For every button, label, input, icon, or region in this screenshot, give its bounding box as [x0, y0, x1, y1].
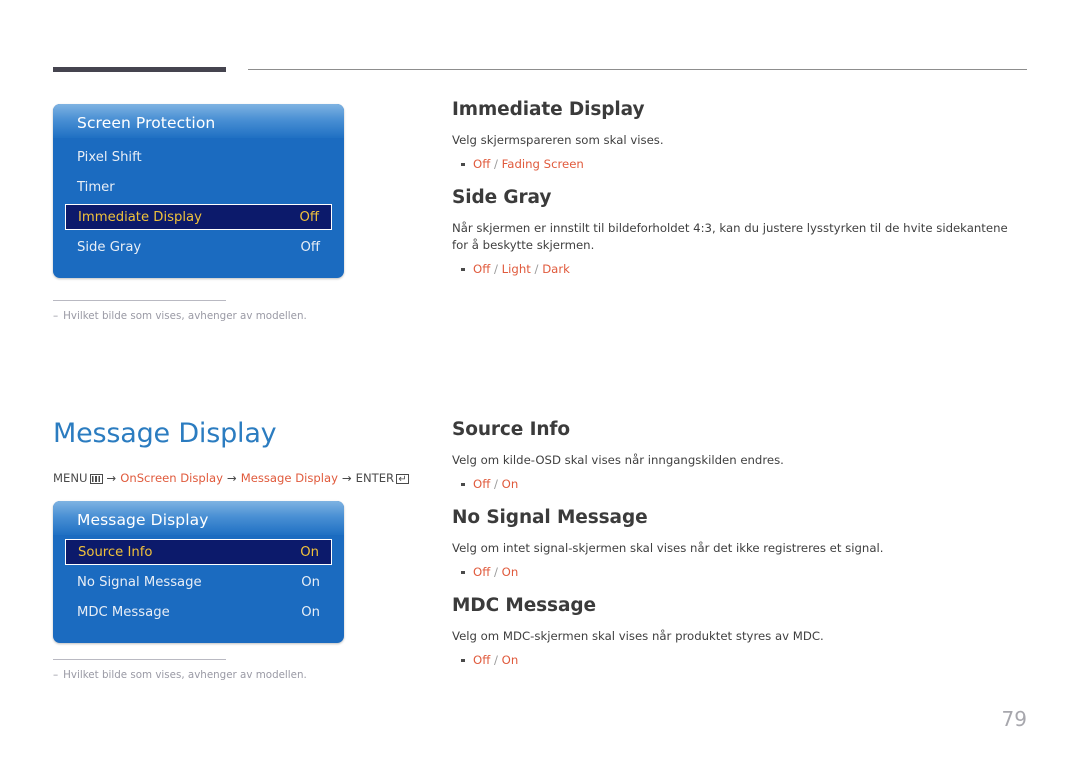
section-options: Off / On: [452, 564, 1027, 582]
osd-row-label: MDC Message: [77, 604, 170, 620]
osd-row-label: Source Info: [78, 544, 153, 560]
option-value: On: [501, 564, 519, 579]
note-divider: [53, 659, 226, 660]
option-value: Light: [501, 261, 531, 276]
option-value: Fading Screen: [501, 156, 584, 171]
note-text: Hvilket bilde som vises, avhenger av mod…: [63, 310, 307, 322]
breadcrumb-menu-label: MENU: [53, 471, 88, 485]
osd-row-immediate-display[interactable]: Immediate Display Off: [65, 204, 332, 230]
osd-panel-screen-protection: Screen Protection Pixel Shift Timer Imme…: [53, 104, 344, 278]
section-paragraph: Velg skjermspareren som skal vises.: [452, 133, 664, 147]
osd-row-label: Timer: [77, 179, 115, 195]
osd-row-pixel-shift[interactable]: Pixel Shift: [65, 142, 332, 172]
breadcrumb-arrow: →: [106, 471, 117, 485]
breadcrumb-enter-label: ENTER: [355, 471, 395, 485]
page-number: 79: [1001, 707, 1027, 731]
osd-row-no-signal-message[interactable]: No Signal Message On: [65, 567, 332, 597]
note-dash: –: [53, 669, 59, 681]
breadcrumb-item-onscreen-display[interactable]: OnScreen Display: [120, 471, 223, 485]
header-rule-line: [248, 69, 1027, 70]
osd-panel-title: Screen Protection: [77, 114, 216, 132]
option-value: Dark: [542, 261, 570, 276]
option-line: Off / On: [452, 476, 1027, 494]
osd-row-value: Off: [299, 209, 319, 225]
option-value: Off: [473, 261, 491, 276]
osd-row-value: Off: [300, 239, 320, 255]
note-text: Hvilket bilde som vises, avhenger av mod…: [63, 669, 307, 681]
breadcrumb: MENU → OnScreen Display → Message Displa…: [53, 471, 410, 485]
section-heading: MDC Message: [452, 595, 596, 616]
option-value: On: [501, 652, 519, 667]
section-paragraph: Velg om intet signal-skjermen skal vises…: [452, 541, 884, 555]
note-block-message-display: – Hvilket bilde som vises, avhenger av mo…: [53, 659, 453, 681]
osd-row-list: Source Info On No Signal Message On MDC …: [53, 539, 344, 643]
osd-panel-title: Message Display: [77, 511, 209, 529]
option-line: Off / Fading Screen: [452, 156, 1027, 174]
menu-bars-icon: [89, 474, 103, 484]
osd-row-label: Pixel Shift: [77, 149, 142, 165]
section-heading: Side Gray: [452, 187, 552, 208]
section-heading: Immediate Display: [452, 99, 645, 120]
osd-row-label: No Signal Message: [77, 574, 202, 590]
osd-row-label: Side Gray: [77, 239, 142, 255]
section-options: Off / On: [452, 652, 1027, 670]
breadcrumb-arrow: →: [341, 471, 352, 485]
enter-return-icon: [396, 474, 410, 484]
section-immediate-display: Immediate Display Velg skjermspareren so…: [452, 99, 1027, 174]
option-line: Off / Light / Dark: [452, 261, 1027, 279]
note-dash: –: [53, 310, 59, 322]
section-no-signal-message: No Signal Message Velg om intet signal-s…: [452, 507, 1027, 582]
breadcrumb-arrow: →: [226, 471, 237, 485]
section-options: Off / Fading Screen: [452, 156, 1027, 174]
option-value: Off: [473, 156, 491, 171]
breadcrumb-item-message-display[interactable]: Message Display: [241, 471, 338, 485]
osd-row-mdc-message[interactable]: MDC Message On: [65, 597, 332, 627]
osd-row-source-info[interactable]: Source Info On: [65, 539, 332, 565]
header-rule-accent: [53, 67, 226, 72]
note-line: – Hvilket bilde som vises, avhenger av mo…: [53, 669, 453, 681]
osd-row-value: On: [301, 574, 320, 590]
osd-row-value: On: [300, 544, 319, 560]
note-block-screen-protection: – Hvilket bilde som vises, avhenger av mo…: [53, 300, 453, 322]
section-side-gray: Side Gray Når skjermen er innstilt til b…: [452, 187, 1027, 278]
section-paragraph: Når skjermen er innstilt til bildeforhol…: [452, 221, 1008, 252]
option-value: On: [501, 476, 519, 491]
page-title: Message Display: [53, 418, 277, 449]
option-line: Off / On: [452, 652, 1027, 670]
osd-row-label: Immediate Display: [78, 209, 202, 225]
option-value: Off: [473, 652, 491, 667]
note-line: – Hvilket bilde som vises, avhenger av mo…: [53, 310, 453, 322]
option-line: Off / On: [452, 564, 1027, 582]
osd-panel-message-display: Message Display Source Info On No Signal…: [53, 501, 344, 643]
section-source-info: Source Info Velg om kilde-OSD skal vises…: [452, 419, 1027, 494]
section-paragraph: Velg om kilde-OSD skal vises når inngang…: [452, 453, 784, 467]
option-value: Off: [473, 564, 491, 579]
section-options: Off / On: [452, 476, 1027, 494]
section-mdc-message: MDC Message Velg om MDC-skjermen skal vi…: [452, 595, 1027, 670]
section-options: Off / Light / Dark: [452, 261, 1027, 279]
note-divider: [53, 300, 226, 301]
section-heading: Source Info: [452, 419, 570, 440]
osd-row-timer[interactable]: Timer: [65, 172, 332, 202]
osd-row-value: On: [301, 604, 320, 620]
osd-row-list: Pixel Shift Timer Immediate Display Off …: [53, 142, 344, 278]
section-paragraph: Velg om MDC-skjermen skal vises når prod…: [452, 629, 824, 643]
osd-row-side-gray[interactable]: Side Gray Off: [65, 232, 332, 262]
option-value: Off: [473, 476, 491, 491]
section-heading: No Signal Message: [452, 507, 648, 528]
